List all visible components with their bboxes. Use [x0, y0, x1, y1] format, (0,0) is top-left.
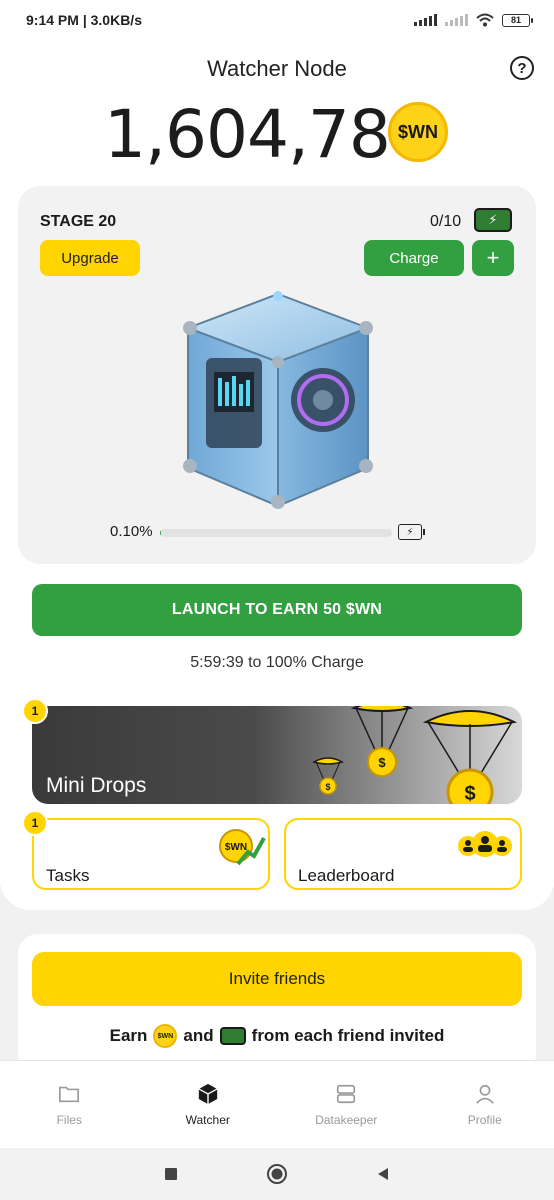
nav-watcher-label: Watcher	[185, 1112, 230, 1127]
stage-card: STAGE 20 0/10 ⚡ Upgrade Charge + 0.10% ⚡	[18, 186, 536, 564]
cube-icon	[198, 1083, 218, 1104]
home-icon[interactable]	[266, 1163, 288, 1185]
battery-outline-icon: ⚡	[398, 524, 425, 540]
status-speed: 3.0KB/s	[90, 12, 142, 28]
mini-drops-badge: 1	[22, 698, 48, 724]
tasks-badge: 1	[22, 810, 48, 836]
question-circle-icon[interactable]: ?	[510, 56, 534, 80]
nav-watcher[interactable]: Watcher	[139, 1061, 278, 1148]
leaderboard-users-icon	[458, 831, 512, 857]
wn-coin-icon: $WN	[388, 102, 448, 162]
battery-charge-icon	[219, 1027, 246, 1045]
coin-symbol: $	[378, 755, 386, 770]
status-bar: 9:14 PM | 3.0KB/s 81	[0, 0, 554, 40]
nav-profile[interactable]: Profile	[416, 1061, 554, 1148]
invite-reward-text: Earn $WN and from each friend invited	[0, 1024, 554, 1048]
earn-prefix: Earn	[109, 1026, 148, 1045]
recent-apps-icon[interactable]	[163, 1166, 179, 1182]
parachute-coins-icon: $ $ $	[312, 706, 518, 804]
status-left: 9:14 PM | 3.0KB/s	[26, 12, 142, 28]
mini-drops-card[interactable]: Mini Drops $ $ $	[32, 706, 522, 804]
signal-icon	[414, 14, 437, 26]
earn-suffix: from each friend invited	[251, 1026, 445, 1045]
page-title: Watcher Node	[207, 56, 347, 81]
bottom-nav: Files Watcher Datakeeper Profile	[0, 1060, 554, 1148]
wn-coin-arrow-icon: $WN	[219, 829, 266, 866]
earn-and: and	[183, 1026, 214, 1045]
progress-percent: 0.10%	[110, 523, 153, 540]
status-right: 81	[414, 13, 533, 27]
watcher-node-cube-image	[183, 291, 373, 509]
add-charge-button[interactable]: +	[472, 240, 514, 276]
nav-datakeeper-label: Datakeeper	[315, 1112, 378, 1127]
tasks-label: Tasks	[46, 866, 90, 885]
nav-files-label: Files	[56, 1112, 82, 1127]
nav-profile-label: Profile	[467, 1112, 502, 1127]
tasks-coin-label: $WN	[225, 842, 247, 853]
coin-symbol: $	[325, 782, 330, 792]
earn-coin-label: $WN	[157, 1032, 174, 1040]
server-icon	[337, 1084, 356, 1103]
signal-weak-icon	[445, 14, 468, 26]
battery-charge-icon: ⚡	[474, 208, 512, 232]
wn-coin-icon: $WN	[153, 1024, 178, 1048]
person-icon	[475, 1084, 494, 1104]
battery-level: 81	[510, 15, 521, 25]
mini-drops-label: Mini Drops	[46, 774, 147, 797]
coin-label: $WN	[398, 121, 438, 142]
stage-label: STAGE 20	[40, 213, 117, 230]
launch-button[interactable]: LAUNCH TO EARN 50 $WN	[32, 584, 522, 636]
charge-count: 0/10	[430, 213, 462, 230]
leaderboard-tile[interactable]: Leaderboard	[284, 818, 522, 890]
balance-amount: 1,604,780	[104, 96, 432, 173]
charge-progress-fill	[160, 529, 162, 537]
charge-timer: 5:59:39 to 100% Charge	[190, 654, 364, 671]
coin-symbol: $	[464, 783, 475, 804]
back-icon[interactable]	[375, 1166, 391, 1182]
upgrade-button[interactable]: Upgrade	[40, 240, 140, 276]
nav-datakeeper[interactable]: Datakeeper	[277, 1061, 416, 1148]
wifi-icon	[476, 13, 494, 27]
charge-button[interactable]: Charge	[364, 240, 464, 276]
tasks-tile[interactable]: Tasks $WN	[32, 818, 270, 890]
status-divider: |	[82, 12, 91, 28]
system-nav-bar	[0, 1148, 554, 1200]
folder-icon	[59, 1086, 80, 1102]
leaderboard-label: Leaderboard	[298, 866, 395, 885]
nav-files[interactable]: Files	[0, 1061, 139, 1148]
invite-friends-button[interactable]: Invite friends	[32, 952, 522, 1006]
battery-icon: 81	[502, 13, 533, 27]
status-time: 9:14 PM	[26, 12, 79, 28]
charge-progress-bar	[160, 529, 392, 537]
